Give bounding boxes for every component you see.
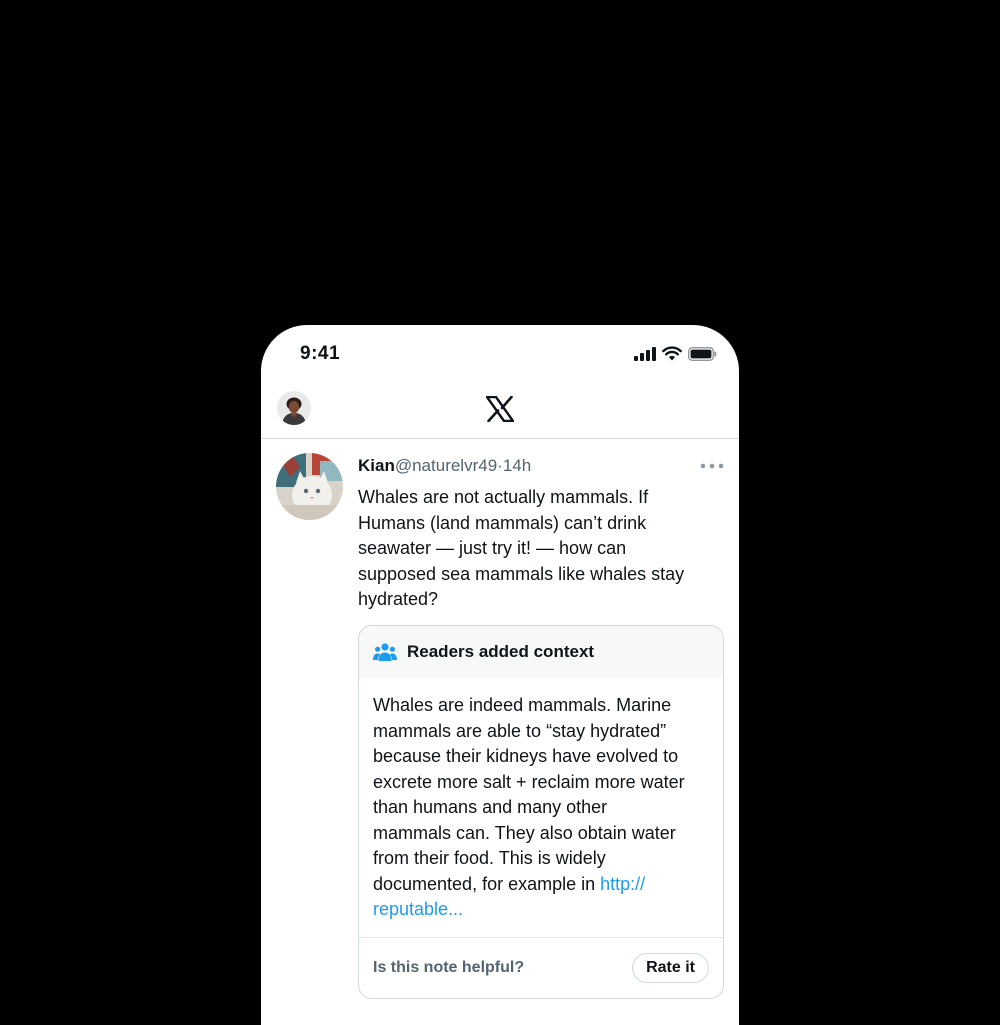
- tweet-text-line: Whales are not actually mammals. If: [358, 487, 649, 507]
- note-source-link[interactable]: http://: [600, 874, 645, 894]
- note-body-line: Whales are indeed mammals. Marine: [373, 695, 672, 715]
- tweet-text: Whales are not actually mammals. If Huma…: [358, 485, 718, 613]
- tweet-author-handle[interactable]: @naturelvr49: [395, 456, 497, 475]
- rate-it-button[interactable]: Rate it: [632, 953, 709, 983]
- helpful-prompt: Is this note helpful?: [373, 959, 525, 976]
- profile-avatar[interactable]: [277, 391, 311, 425]
- wifi-icon: [662, 346, 682, 361]
- note-body-line: because their kidneys have evolved to: [373, 746, 679, 766]
- community-note: Readers added context Whales are indeed …: [358, 625, 724, 999]
- tweet-text-line: hydrated?: [358, 589, 439, 609]
- note-body-line: documented, for example in http://: [373, 872, 713, 898]
- tweet-text-line: Humans (land mammals) can’t drink: [358, 512, 647, 533]
- battery-icon: [688, 346, 717, 361]
- note-body-line: than humans and many other: [373, 797, 608, 817]
- note-body-text: documented, for example in: [373, 873, 601, 894]
- note-body-line: mammals can. They also obtain water: [373, 822, 676, 843]
- note-body-line: excrete more salt + reclaim more water: [373, 771, 685, 792]
- tweet-author-name[interactable]: Kian: [358, 456, 395, 475]
- status-bar: 9:41: [261, 325, 739, 385]
- tweet-header: Kian@naturelvr49·14h: [358, 456, 531, 476]
- community-note-body: Whales are indeed mammals. Marine mammal…: [373, 693, 713, 923]
- tweet-text-line: seawater — just try it! — how can: [358, 538, 627, 558]
- note-source-link-continued[interactable]: reputable...: [373, 897, 713, 923]
- note-body-line: from their food. This is widely: [373, 848, 606, 868]
- more-options-icon[interactable]: [700, 463, 724, 469]
- community-note-footer: Is this note helpful? Rate it: [359, 937, 723, 998]
- top-nav-bar: [261, 385, 739, 439]
- tweet-timestamp[interactable]: 14h: [503, 456, 531, 475]
- community-note-title: Readers added context: [407, 642, 595, 661]
- status-icons: [634, 346, 717, 361]
- cellular-signal-icon: [634, 346, 656, 361]
- note-body-line: mammals are able to “stay hydrated”: [373, 720, 667, 741]
- phone-screen: 9:41 Kian@naturelvr49·14h Whales are not…: [261, 325, 739, 1025]
- tweet-author-avatar[interactable]: [276, 453, 343, 520]
- status-time: 9:41: [300, 343, 341, 364]
- tweet-text-line: supposed sea mammals like whales stay: [358, 563, 685, 584]
- people-icon: [373, 643, 397, 661]
- community-note-header[interactable]: Readers added context: [359, 626, 723, 678]
- x-logo-icon: [486, 396, 514, 422]
- tweet[interactable]: Kian@naturelvr49·14h Whales are not actu…: [261, 439, 739, 1025]
